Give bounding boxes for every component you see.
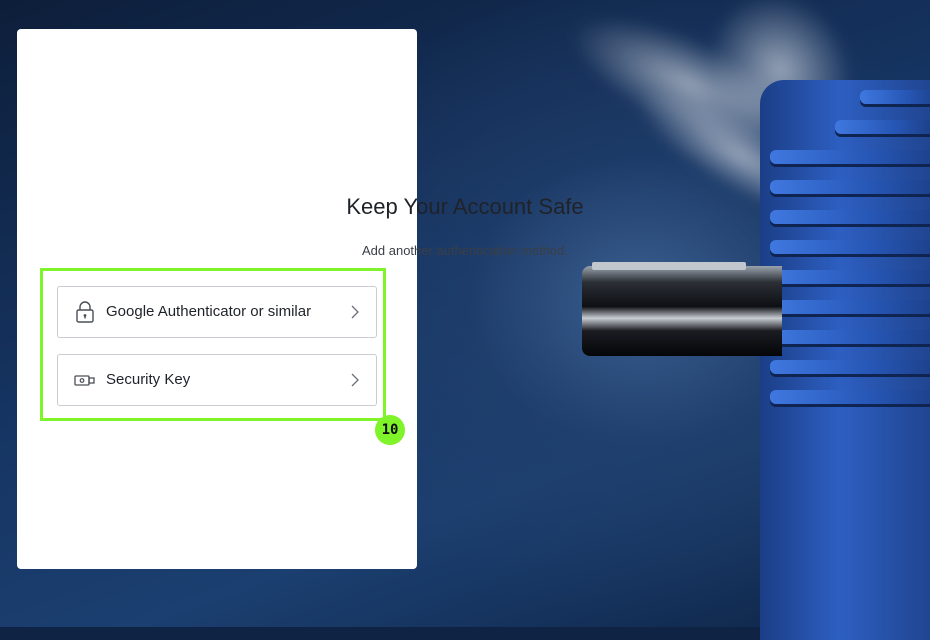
- page-subtitle: Add another authentication method.: [362, 243, 568, 258]
- motor-fin: [770, 270, 930, 284]
- motor-shaft-key: [592, 262, 746, 270]
- motor-fin: [860, 90, 930, 104]
- motor-fin: [770, 390, 930, 404]
- motor-fin: [770, 360, 930, 374]
- motor-fin: [835, 120, 930, 134]
- motor-fin: [770, 150, 930, 164]
- motor-fin: [770, 330, 930, 344]
- page-title: Keep Your Account Safe: [346, 194, 584, 219]
- annotation-badge: 10: [375, 415, 405, 445]
- motor-fin: [770, 180, 930, 194]
- annotation-highlight-box: [40, 268, 386, 421]
- motor-shaft: [582, 266, 782, 356]
- motor-fin: [770, 300, 930, 314]
